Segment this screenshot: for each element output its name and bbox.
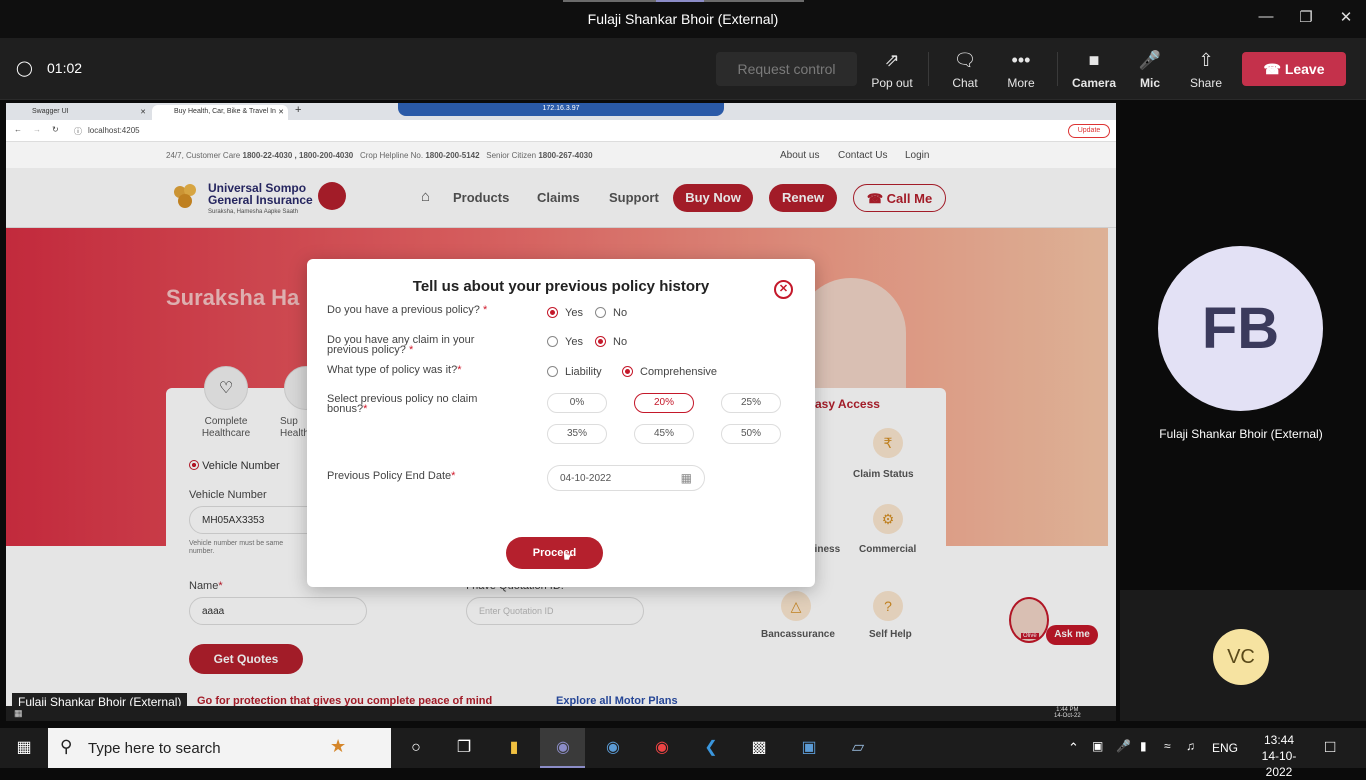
login-link[interactable]: Login	[905, 150, 929, 161]
previous-policy-yes-radio[interactable]: Yes	[547, 307, 583, 319]
close-modal-icon[interactable]: ✕	[774, 280, 793, 299]
remote-start-icon[interactable]: ▦	[14, 708, 23, 719]
ncb-option-50[interactable]: 50%	[721, 424, 781, 444]
reload-icon[interactable]: ↻	[52, 125, 59, 134]
calendar-icon[interactable]: ▦	[681, 471, 692, 485]
ncb-option-35[interactable]: 35%	[547, 424, 607, 444]
teams-icon: ◉	[556, 739, 570, 756]
meet-now-icon[interactable]: ▣	[1092, 739, 1103, 753]
more-icon: •••	[1011, 50, 1031, 70]
language-indicator[interactable]: ENG	[1212, 741, 1238, 755]
q-policy-type-label: What type of policy was it?*	[327, 364, 462, 376]
self-video-tile: VC	[1120, 590, 1366, 721]
chat-button[interactable]: 🗨 Chat	[933, 48, 997, 90]
ncb-option-45[interactable]: 45%	[634, 424, 694, 444]
policy-type-comprehensive-radio[interactable]: Comprehensive	[622, 366, 717, 378]
modal-title: Tell us about your previous policy histo…	[412, 278, 710, 295]
remote-desktop-icon[interactable]: ▣	[796, 736, 822, 760]
teams-title-bar: Fulaji Shankar Bhoir (External) — ❐ ✕	[0, 0, 1366, 38]
site-top-info-bar: 24/7, Customer Care 1800-22-4030 , 1800-…	[6, 142, 1116, 168]
url-field[interactable]: localhost:4205	[88, 126, 140, 135]
shared-screen: Swagger UI ✕ Buy Health, Car, Bike & Tra…	[6, 103, 1116, 721]
close-icon[interactable]: ✕	[1334, 8, 1358, 30]
meeting-toolbar: ◯ 01:02 Request control ⇗ Pop out 🗨 Chat…	[0, 38, 1366, 100]
forward-icon[interactable]: →	[33, 125, 41, 134]
claim-yes-radio[interactable]: Yes	[547, 336, 583, 348]
vscode-icon[interactable]: ❮	[698, 736, 724, 760]
new-tab-icon[interactable]: +	[295, 104, 301, 116]
taskbar-clock[interactable]: 13:44 14-10-2022	[1250, 732, 1308, 780]
chrome-icon[interactable]: ◉	[649, 736, 675, 760]
tab-close-icon[interactable]: ✕	[140, 108, 146, 116]
claim-no-radio[interactable]: No	[595, 336, 627, 348]
previous-policy-no-radio[interactable]: No	[595, 307, 627, 319]
tray-overflow-icon[interactable]: ⌃	[1068, 740, 1079, 756]
camera-off-icon: ■	[1088, 50, 1100, 70]
restore-icon[interactable]: ❐	[1294, 8, 1318, 30]
phone-hangup-icon: ☎	[1263, 61, 1281, 77]
search-icon: ⚲	[60, 737, 73, 756]
more-button[interactable]: ••• More	[989, 48, 1053, 90]
ncb-option-0[interactable]: 0%	[547, 393, 607, 413]
popout-button[interactable]: ⇗ Pop out	[860, 48, 924, 90]
q-end-date-label: Previous Policy End Date*	[327, 470, 456, 482]
terminal-icon[interactable]: ▩	[746, 736, 772, 760]
back-icon[interactable]: ←	[14, 125, 22, 134]
request-control-button[interactable]: Request control	[716, 52, 857, 86]
outlook-icon[interactable]: ◉	[600, 736, 626, 760]
shield-icon: ◯	[16, 60, 33, 77]
update-button[interactable]: Update	[1068, 124, 1110, 138]
file-explorer-icon[interactable]: ▮	[501, 736, 527, 760]
app-icon[interactable]: ▱	[845, 736, 871, 760]
participant-name: Fulaji Shankar Bhoir (External)	[1159, 427, 1323, 441]
share-button[interactable]: ⇧ Share	[1174, 48, 1238, 90]
battery-icon[interactable]: ▮	[1140, 739, 1147, 753]
task-view-icon[interactable]: ❐	[451, 736, 477, 760]
q-claim-label: Do you have any claim in your previous p…	[327, 334, 475, 356]
notifications-icon[interactable]: □	[1325, 737, 1335, 757]
wifi-icon[interactable]: ≈	[1164, 739, 1171, 753]
mic-tray-icon[interactable]: 🎤	[1116, 739, 1131, 753]
ncb-option-25[interactable]: 25%	[721, 393, 781, 413]
camera-button[interactable]: ■ Camera	[1062, 48, 1126, 90]
policy-type-liability-radio[interactable]: Liability	[547, 366, 602, 378]
meeting-timer: 01:02	[47, 60, 83, 76]
mic-button[interactable]: 🎤 Mic	[1118, 48, 1182, 90]
tab-swagger[interactable]: Swagger UI ✕	[10, 105, 150, 120]
q-ncb-label: Select previous policy no claim bonus?*	[327, 393, 478, 415]
contact-us-link[interactable]: Contact Us	[838, 150, 887, 161]
share-icon: ⇧	[1198, 50, 1214, 70]
cortana-icon[interactable]: ○	[403, 736, 429, 760]
tab-universal-sompo[interactable]: Buy Health, Car, Bike & Travel In ✕	[152, 105, 288, 120]
policy-end-date-input[interactable]: 04-10-2022 ▦	[547, 465, 705, 491]
previous-policy-modal: Tell us about your previous policy histo…	[307, 259, 815, 587]
volume-icon[interactable]: ♫	[1186, 739, 1195, 753]
chat-icon: 🗨	[953, 50, 977, 70]
avatar-vc: VC	[1213, 629, 1269, 685]
mic-icon: 🎤	[1138, 50, 1162, 70]
windows-start-icon[interactable]: ▦	[11, 736, 37, 760]
tab-close-icon[interactable]: ✕	[278, 108, 284, 116]
teams-taskbar-button[interactable]: ◉	[540, 728, 585, 768]
browser-tab-strip: Swagger UI ✕ Buy Health, Car, Bike & Tra…	[6, 103, 1116, 120]
remote-session-bar: 172.16.3.97	[398, 103, 724, 116]
remote-taskbar: ▦ 1:44 PM 14-Oct-22	[6, 706, 1116, 721]
q-previous-policy-label: Do you have a previous policy? *	[327, 304, 488, 316]
search-highlight-icon: ★	[330, 736, 347, 756]
windows-taskbar: ▦ ⚲ Type here to search ★ ○ ❐ ▮ ◉ ◉ ◉ ❮ …	[0, 728, 1366, 779]
leave-button[interactable]: ☎ Leave	[1242, 52, 1346, 86]
minimize-icon[interactable]: —	[1254, 8, 1278, 30]
popout-icon: ⇗	[884, 50, 900, 70]
title-decoration	[563, 0, 804, 2]
proceed-button[interactable]: Proceed	[506, 537, 603, 569]
address-bar: ← → ↻ ⓘ localhost:4205 Update	[6, 120, 1116, 142]
mouse-cursor-icon: ☛	[563, 550, 574, 564]
about-us-link[interactable]: About us	[780, 150, 819, 161]
avatar-fb: FB	[1158, 246, 1323, 411]
site-info-icon[interactable]: ⓘ	[74, 126, 82, 137]
window-title: Fulaji Shankar Bhoir (External)	[587, 11, 779, 27]
ncb-option-20[interactable]: 20%	[634, 393, 694, 413]
taskbar-search-box[interactable]: ⚲ Type here to search ★	[48, 728, 391, 768]
